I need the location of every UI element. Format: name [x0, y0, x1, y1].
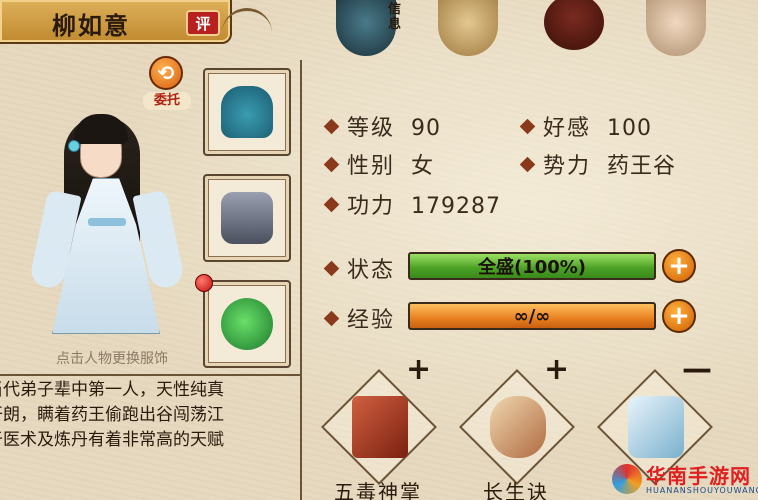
exp-label-row: 经验	[323, 302, 411, 334]
body-meridian-icon	[646, 0, 706, 56]
watermark-text: 华南手游网	[646, 464, 751, 488]
stat-label: 好感	[543, 116, 592, 141]
belt	[88, 218, 126, 226]
review-badge[interactable]: 评	[186, 10, 220, 36]
refresh-icon: ⟲	[149, 56, 183, 90]
hair-fringe	[74, 114, 128, 144]
tab-scroll[interactable]	[432, 0, 504, 60]
character-bio: 当代弟子辈中第一人，天性纯真 开朗，瞒着药王偷跑出谷闯荡江 于医术及炼丹有着非常…	[0, 378, 300, 453]
stat-favor: 好感 100	[519, 110, 653, 142]
armor-icon	[221, 192, 273, 244]
status-plus-button[interactable]: +	[662, 249, 696, 283]
hat-icon	[221, 86, 273, 138]
skill-name: 长生诀	[483, 480, 549, 500]
diamond-icon	[323, 310, 340, 327]
divider-vertical	[300, 60, 302, 500]
status-label-row: 状态	[323, 252, 411, 284]
notification-dot	[195, 274, 213, 292]
stat-power: 功力 179287	[323, 188, 501, 220]
bio-line: 于医术及炼丹有着非常高的天赋	[0, 430, 224, 450]
equipment-slot-hat[interactable]	[203, 68, 291, 156]
stat-label: 功力	[347, 194, 396, 219]
jade-pendant-icon	[221, 298, 273, 350]
skill-add-icon[interactable]: +	[406, 352, 431, 387]
skill-remove-icon[interactable]: —	[682, 352, 712, 387]
name-banner: 柳如意 评	[0, 0, 232, 44]
diamond-icon	[519, 118, 536, 135]
stat-label: 性别	[347, 154, 396, 179]
exp-bar: ∞/∞	[408, 302, 656, 330]
stat-label: 等级	[347, 116, 396, 141]
bio-line: 当代弟子辈中第一人，天性纯真	[0, 380, 224, 400]
watermark: 华南手游网 HUANANSHOUYOUWANG	[606, 458, 758, 500]
watermark-logo-icon	[612, 464, 642, 494]
diamond-icon	[323, 196, 340, 213]
status-label: 状态	[347, 258, 396, 283]
diamond-icon	[323, 260, 340, 277]
divider-horizontal	[0, 374, 300, 376]
diamond-icon	[323, 118, 340, 135]
character-name: 柳如意	[52, 12, 130, 40]
stat-value: 女	[411, 154, 435, 179]
tab-meridian[interactable]	[640, 0, 712, 60]
stat-level: 等级 90	[323, 110, 442, 142]
tab-info[interactable]: 信息	[330, 0, 402, 60]
exp-bar-text: ∞/∞	[513, 305, 551, 327]
character-figure[interactable]	[28, 108, 190, 344]
stat-value: 179287	[411, 194, 501, 219]
skill-scroll-icon	[628, 396, 684, 458]
stat-value: 药王谷	[607, 154, 677, 179]
status-bar: 全盛(100%)	[408, 252, 656, 280]
stat-faction: 势力 药王谷	[519, 148, 677, 180]
tab-info-label: 信息	[388, 2, 402, 32]
stat-label: 势力	[543, 154, 592, 179]
bio-line: 开朗，瞒着药王偷跑出谷闯荡江	[0, 405, 224, 425]
scroll-icon	[438, 0, 498, 56]
watermark-subtext: HUANANSHOUYOUWANG	[646, 486, 758, 495]
skill-slot-1[interactable]: + 五毒神掌	[318, 352, 438, 500]
equipment-slot-armor[interactable]	[203, 174, 291, 262]
stat-value: 100	[607, 116, 653, 141]
equipment-slot-accessory[interactable]	[203, 280, 291, 368]
bagua-icon	[544, 0, 604, 50]
stat-gender: 性别女	[323, 148, 435, 180]
skill-book-icon	[352, 396, 408, 458]
hair-ornament	[68, 140, 80, 152]
entrust-button[interactable]: ⟲ 委托	[143, 56, 191, 116]
skill-slot-2[interactable]: + 长生诀	[456, 352, 576, 500]
diamond-icon	[519, 156, 536, 173]
exp-label: 经验	[347, 308, 396, 333]
status-bar-text: 全盛(100%)	[477, 257, 587, 278]
skill-name: 五毒神掌	[334, 480, 422, 500]
diamond-icon	[323, 156, 340, 173]
tab-bagua[interactable]	[538, 0, 610, 60]
change-outfit-hint: 点击人物更换服饰	[56, 351, 168, 367]
exp-plus-button[interactable]: +	[662, 299, 696, 333]
skill-add-icon[interactable]: +	[544, 352, 569, 387]
skill-scroll-icon	[490, 396, 546, 458]
hat-portrait-icon	[336, 0, 396, 56]
stat-value: 90	[411, 116, 442, 141]
